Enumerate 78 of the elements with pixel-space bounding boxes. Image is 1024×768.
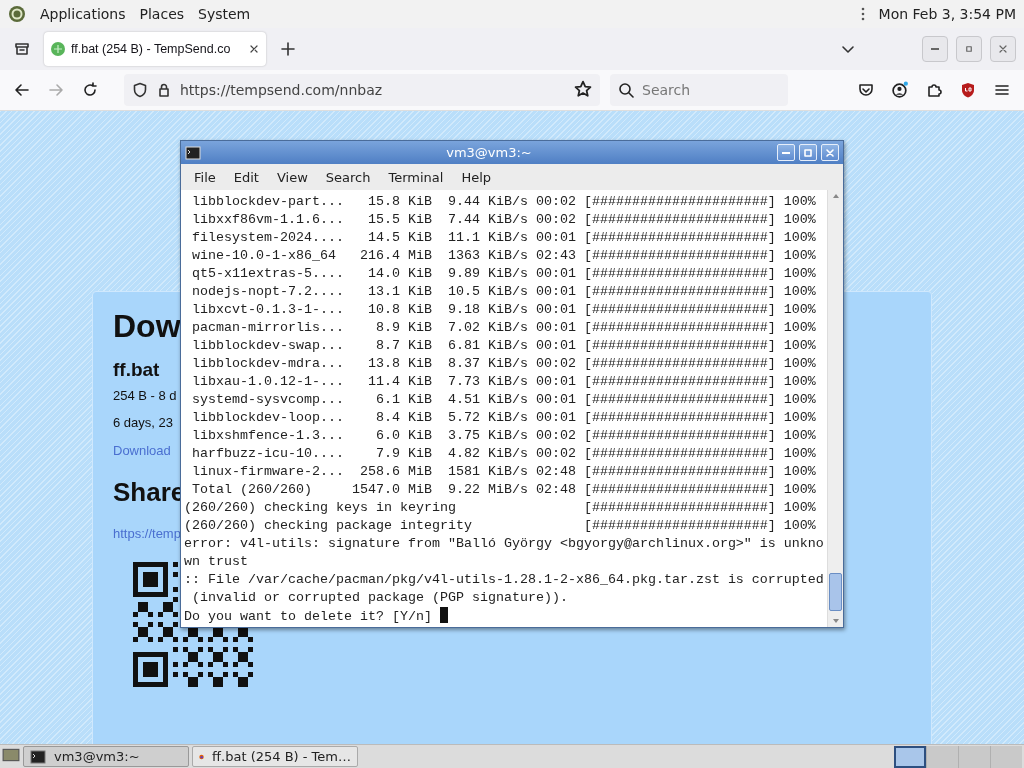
- search-icon: [618, 82, 634, 98]
- archive-icon: [14, 41, 30, 57]
- terminal-line: libxcvt-0.1.3-1-... 10.8 KiB 9.18 KiB/s 00:01 [######################] 100%: [191, 301, 817, 319]
- clock[interactable]: Mon Feb 3, 3:54 PM: [878, 6, 1016, 22]
- page-heading: Dow: [113, 308, 181, 345]
- reload-icon: [82, 82, 98, 98]
- terminal-line: systemd-sysvcomp... 6.1 KiB 4.51 KiB/s 00:01 [######################] 100%: [191, 391, 817, 409]
- arrow-down-icon: [831, 617, 840, 625]
- terminal-line: Total (260/260) 1547.0 MiB 9.22 MiB/s 02:48 [######################] 100%: [191, 481, 817, 499]
- terminal-line: :: File /var/cache/pacman/pkg/v4l-utils-1.28.1-2-x86_64.pkg.tar.zst is corrupted: [184, 571, 825, 589]
- shield-icon: [132, 82, 148, 98]
- taskbar-button[interactable]: vm3@vm3:~: [23, 746, 189, 767]
- terminal-line: libblockdev-loop... 8.4 KiB 5.72 KiB/s 00:01 [######################] 100%: [191, 409, 817, 427]
- shield-icon: [960, 82, 976, 98]
- desktop-icon: [2, 746, 20, 764]
- terminal-line: libblockdev-swap... 8.7 KiB 6.81 KiB/s 00:01 [######################] 100%: [191, 337, 817, 355]
- window-title: vm3@vm3:~: [445, 145, 533, 160]
- terminal-line: harfbuzz-icu-10.... 7.9 KiB 4.82 KiB/s 00:02 [######################] 100%: [191, 445, 817, 463]
- maximize-icon: [963, 43, 975, 55]
- minimize-icon: [782, 151, 790, 154]
- terminal-line: error: v4l-utils: signature from "Balló György <bgyorgy@archlinux.org>" is unkno: [184, 535, 825, 553]
- terminal-icon: [185, 144, 201, 161]
- close-icon: [248, 43, 260, 55]
- terminal-prompt: Do you want to delete it? [Y/n]: [184, 609, 432, 624]
- scrollbar-thumb[interactable]: [829, 573, 842, 611]
- terminal-line: (260/260) checking package integrity [######################] 100%: [184, 517, 817, 535]
- arrow-left-icon: [14, 82, 30, 98]
- terminal-line: libxau-1.0.12-1-... 11.4 KiB 7.73 KiB/s 00:01 [######################] 100%: [191, 373, 817, 391]
- terminal-icon: [30, 748, 46, 765]
- arrow-up-icon: [831, 192, 840, 200]
- minimize-icon: [931, 48, 939, 50]
- account-icon: [891, 81, 909, 99]
- terminal-line: qt5-x11extras-5.... 14.0 KiB 9.89 KiB/s 00:01 [######################] 100%: [191, 265, 817, 283]
- workspace-button[interactable]: [894, 745, 926, 768]
- search-field[interactable]: Search: [610, 74, 788, 106]
- menu-item[interactable]: Search: [316, 169, 380, 185]
- terminal-line: (invalid or corrupted package (PGP signature)).: [191, 589, 569, 607]
- maximize-button[interactable]: [956, 36, 982, 62]
- panel-menu[interactable]: Places: [139, 4, 185, 24]
- minimize-button[interactable]: [922, 36, 948, 62]
- pocket-icon: [858, 82, 874, 98]
- terminal-line: nodejs-nopt-7.2.... 13.1 KiB 10.5 KiB/s 00:01 [######################] 100%: [191, 283, 817, 301]
- handle-icon: [860, 6, 865, 22]
- close-icon: [997, 43, 1009, 55]
- plus-icon: [280, 41, 296, 57]
- menu-icon: [994, 82, 1010, 98]
- terminal-line: wn trust: [184, 553, 249, 571]
- terminal-line: libblockdev-part... 15.8 KiB 9.44 KiB/s 00:02 [######################] 100%: [191, 193, 817, 211]
- distro-logo-icon: [8, 5, 26, 23]
- panel-menu[interactable]: System: [198, 4, 251, 24]
- expiry-text: 6 days, 23: [113, 414, 173, 431]
- terminal-line: wine-10.0-1-x86_64 216.4 MiB 1363 KiB/s 02:43 [######################] 100%: [191, 247, 817, 265]
- close-icon: [824, 146, 836, 159]
- puzzle-icon: [926, 82, 942, 98]
- taskbar-button[interactable]: ff.bat (254 B) - Tem…: [192, 746, 358, 767]
- text-cursor: [439, 607, 448, 623]
- menu-item[interactable]: Help: [452, 169, 501, 185]
- terminal-line: libxxf86vm-1.1.6... 15.5 KiB 7.44 KiB/s 00:02 [######################] 100%: [191, 211, 817, 229]
- arrow-right-icon: [48, 82, 64, 98]
- menu-item[interactable]: Edit: [224, 169, 268, 185]
- panel-menu[interactable]: Applications: [40, 4, 126, 24]
- terminal-line: (260/260) checking keys in keyring [######################] 100%: [184, 499, 817, 517]
- menu-item[interactable]: Terminal: [379, 169, 453, 185]
- file-name: ff.bat: [113, 359, 160, 381]
- menu-item[interactable]: File: [185, 169, 225, 185]
- file-meta: 254 B - 8 d: [113, 387, 177, 404]
- maximize-icon: [802, 146, 814, 159]
- scrollbar[interactable]: [827, 190, 843, 627]
- star-icon: [574, 79, 592, 98]
- terminal-line: filesystem-2024.... 14.5 KiB 11.1 KiB/s 00:01 [######################] 100%: [191, 229, 817, 247]
- terminal-line: libblockdev-mdra... 13.8 KiB 8.37 KiB/s 00:02 [######################] 100%: [191, 355, 817, 373]
- lock-icon: [156, 82, 172, 98]
- menu-item[interactable]: View: [267, 169, 317, 185]
- url-field[interactable]: https://tempsend.com/nnbaz: [124, 74, 600, 106]
- terminal-line: pacman-mirrorlis... 8.9 KiB 7.02 KiB/s 00:01 [######################] 100%: [191, 319, 817, 337]
- terminal-line: libxshmfence-1.3... 6.0 KiB 3.75 KiB/s 00:02 [######################] 100%: [191, 427, 817, 445]
- terminal-line: linux-firmware-2... 258.6 MiB 1581 KiB/s 02:48 [######################] 100%: [191, 463, 817, 481]
- browser-tab[interactable]: ff.bat (254 B) - TempSend.co: [44, 32, 266, 66]
